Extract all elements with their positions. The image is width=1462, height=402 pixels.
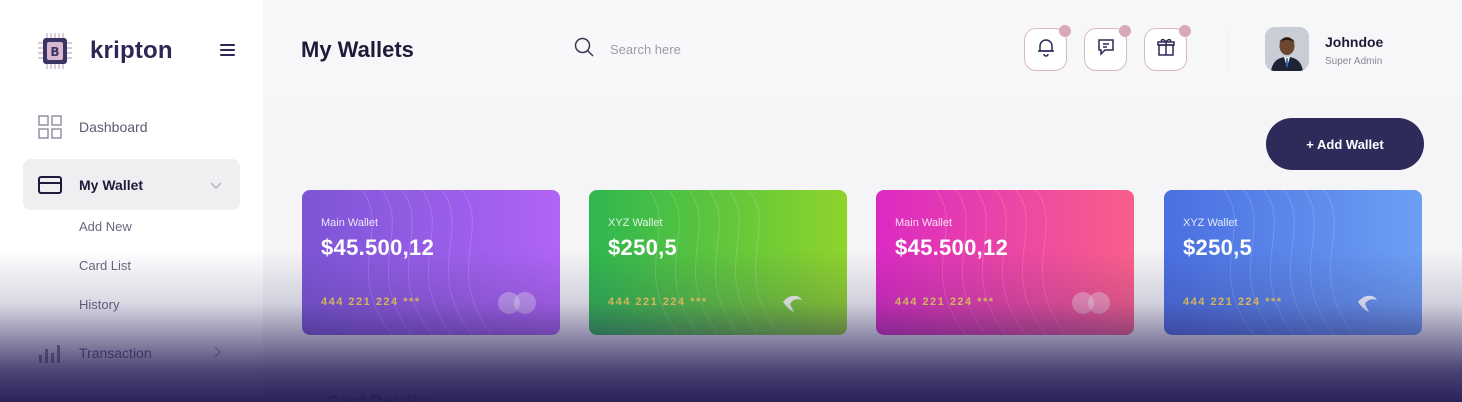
gifts-button[interactable] [1144,25,1191,71]
wallet-card[interactable]: Main Wallet $45.500,12 444 221 224 *** [302,190,560,335]
user-name: Johndoe [1325,34,1384,50]
sidebar: B kripton Dashboard My Wallet Add New Ca… [0,0,263,402]
card-number: 444 221 224 *** [321,296,421,308]
gift-icon [1156,37,1176,62]
svg-text:B: B [50,45,59,59]
submenu-card-list[interactable]: Card List [79,258,131,273]
swoosh-logo-icon [1356,292,1378,319]
user-role: Super Admin [1325,56,1383,67]
sidebar-item-label: My Wallet [79,176,144,193]
card-number: 444 221 224 *** [1183,296,1283,308]
avatar[interactable] [1265,27,1309,71]
wallet-card-icon [38,173,62,197]
wallet-card[interactable]: XYZ Wallet $250,5 444 221 224 *** [589,190,847,335]
card-type: Main Wallet [321,217,379,229]
chevron-right-icon [214,345,222,363]
mastercard-icon [1072,292,1110,319]
section-title: Card Details [327,392,427,402]
card-number: 444 221 224 *** [895,296,995,308]
mastercard-icon [498,292,536,319]
search-icon[interactable] [574,37,594,62]
logo[interactable]: B kripton [38,33,173,69]
menu-toggle-icon[interactable] [220,44,235,56]
notifications-button[interactable] [1024,25,1071,71]
search-input[interactable] [610,42,910,57]
messages-button[interactable] [1084,25,1131,71]
chip-logo-icon: B [38,33,72,69]
header-divider [1228,30,1229,70]
bell-icon [1036,37,1056,62]
card-type: Main Wallet [895,217,953,229]
grid-icon [38,114,62,139]
wallet-card[interactable]: Main Wallet $45.500,12 444 221 224 *** [876,190,1134,335]
card-type: XYZ Wallet [608,217,663,229]
chevron-down-icon [210,177,222,195]
page-title: My Wallets [301,37,414,62]
sidebar-item-label: Transaction [79,344,152,361]
card-balance: $250,5 [608,235,678,260]
wallet-card[interactable]: XYZ Wallet $250,5 444 221 224 *** [1164,190,1422,335]
card-number: 444 221 224 *** [608,296,708,308]
search-bar [559,29,934,70]
sidebar-item-my-wallet[interactable]: My Wallet [23,159,240,210]
sidebar-item-transaction[interactable]: Transaction [23,327,240,378]
sidebar-item-dashboard[interactable]: Dashboard [23,101,240,152]
card-balance: $45.500,12 [321,235,435,260]
add-wallet-button[interactable]: + Add Wallet [1266,118,1424,170]
card-type: XYZ Wallet [1183,217,1238,229]
submenu-add-new[interactable]: Add New [79,219,132,234]
notification-dot [1059,25,1071,37]
submenu-history[interactable]: History [79,297,119,312]
sidebar-item-label: Dashboard [79,118,148,135]
message-icon [1096,37,1116,62]
card-balance: $250,5 [1183,235,1253,260]
notification-dot [1119,25,1131,37]
notification-dot [1179,25,1191,37]
bar-chart-icon [38,341,62,365]
swoosh-logo-icon [781,292,803,319]
card-balance: $45.500,12 [895,235,1009,260]
brand-name: kripton [90,37,173,64]
